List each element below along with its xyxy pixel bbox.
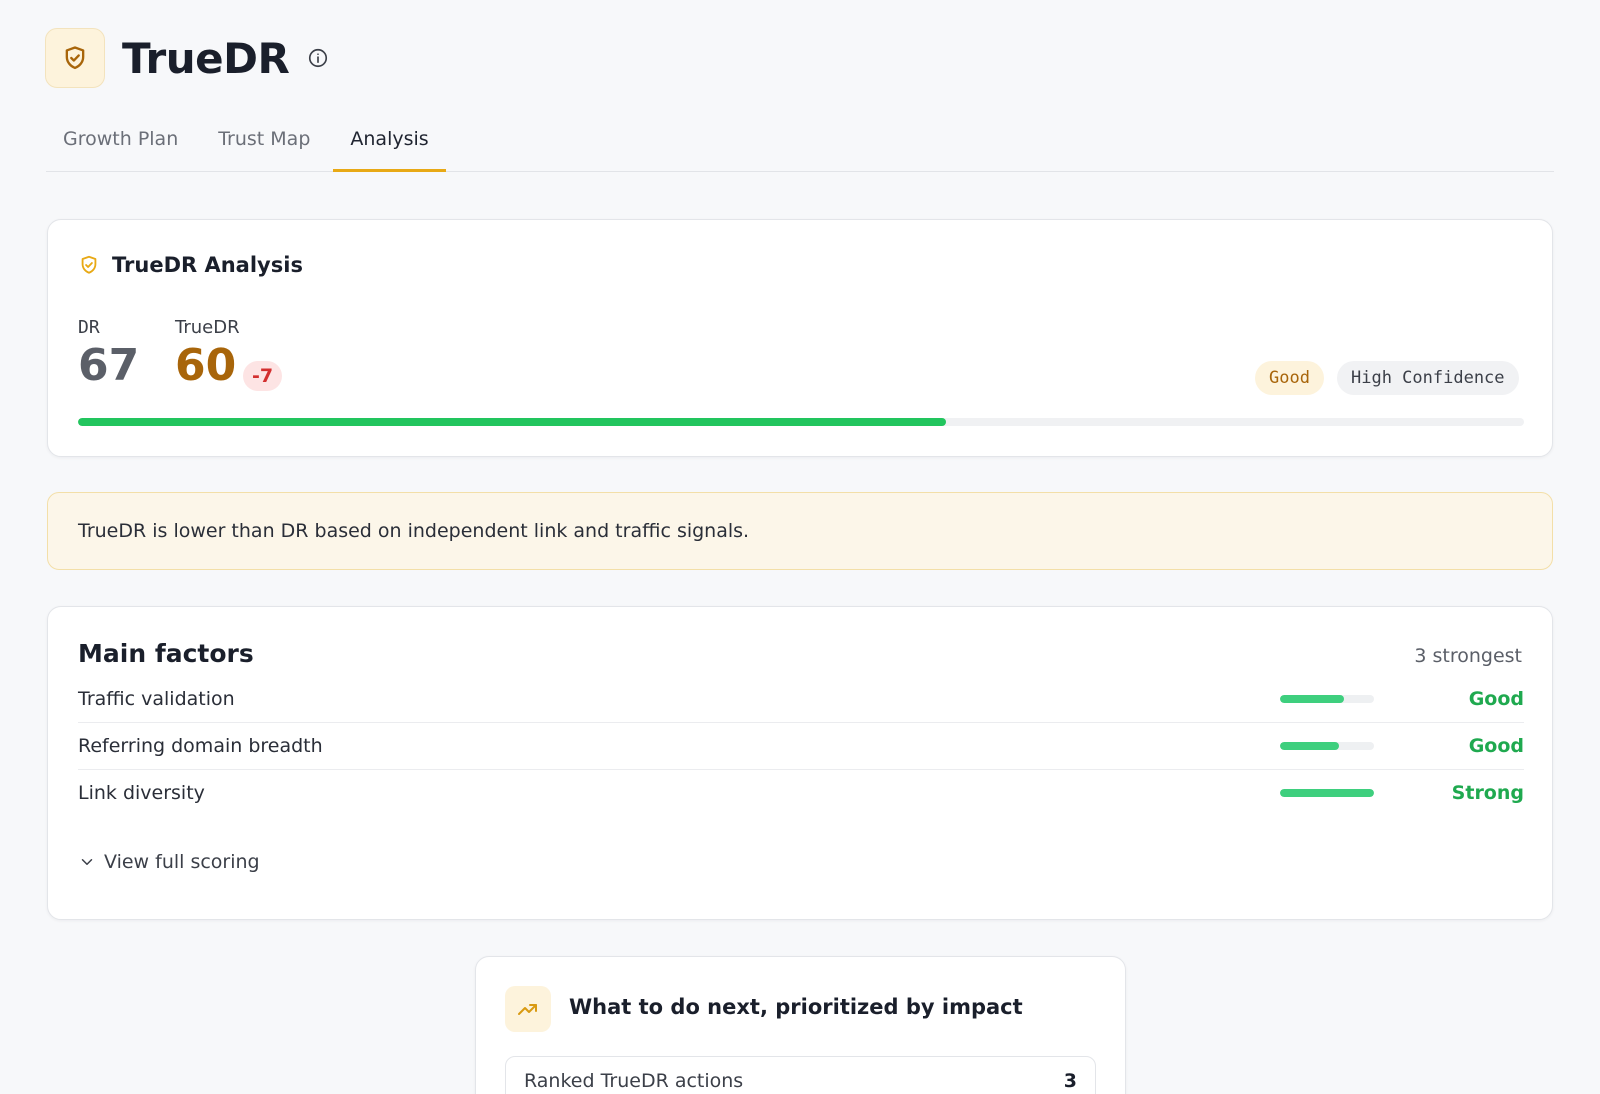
factor-status: Good <box>1468 734 1524 757</box>
next-actions-card: What to do next, prioritized by impact R… <box>475 956 1126 1094</box>
tab-bar: Growth Plan Trust Map Analysis <box>46 122 1554 172</box>
truedr-analysis-card: TrueDR Analysis DR 67 TrueDR 60 -7 Good … <box>47 219 1553 457</box>
rating-badge: Good <box>1255 361 1324 395</box>
confidence-badge: High Confidence <box>1337 361 1519 395</box>
app-header: TrueDR <box>45 28 329 88</box>
logo <box>45 28 105 88</box>
analysis-title: TrueDR Analysis <box>112 253 303 277</box>
factor-bar-fill <box>1280 789 1374 797</box>
chevron-down-icon <box>81 859 93 865</box>
factor-row: Referring domain breadth Good <box>78 722 1524 770</box>
shield-check-icon <box>65 46 85 70</box>
view-full-scoring-label: View full scoring <box>104 851 260 873</box>
info-notice: TrueDR is lower than DR based on indepen… <box>47 492 1553 570</box>
ranked-actions-label: Ranked TrueDR actions <box>524 1070 744 1092</box>
dr-label: DR <box>78 317 100 338</box>
factor-status: Good <box>1468 687 1524 710</box>
factor-status: Strong <box>1451 782 1524 804</box>
next-actions-title: What to do next, prioritized by impact <box>569 995 1023 1019</box>
shield-check-icon <box>81 255 97 274</box>
notice-text: TrueDR is lower than DR based on indepen… <box>78 520 750 542</box>
factor-name: Referring domain breadth <box>78 734 323 757</box>
delta-badge: -7 <box>243 361 283 391</box>
main-factors-card: Main factors 3 strongest Traffic validat… <box>47 606 1553 920</box>
factor-row: Traffic validation Good <box>78 675 1524 723</box>
truedr-progress-bar <box>78 418 1524 426</box>
view-full-scoring-toggle[interactable]: View full scoring <box>78 851 260 873</box>
factor-bar <box>1280 789 1374 797</box>
truedr-label: TrueDR <box>175 317 240 338</box>
factor-name: Link diversity <box>78 782 205 804</box>
factor-bar <box>1280 694 1374 703</box>
factor-bar <box>1280 741 1374 750</box>
info-circle-icon[interactable] <box>307 47 329 69</box>
app-title: TrueDR <box>122 33 290 83</box>
factor-bar-fill <box>1280 741 1340 750</box>
tab-analysis[interactable]: Analysis <box>333 122 446 172</box>
ranked-actions-row[interactable]: Ranked TrueDR actions 3 <box>505 1056 1096 1094</box>
analysis-title-row: TrueDR Analysis <box>78 253 303 277</box>
factor-row: Link diversity Strong <box>78 769 1524 817</box>
factor-bar-fill <box>1280 694 1344 703</box>
trending-up-icon <box>505 986 551 1032</box>
ranked-actions-count: 3 <box>1063 1070 1077 1092</box>
tab-trust-map[interactable]: Trust Map <box>201 122 327 172</box>
factor-name: Traffic validation <box>78 687 235 710</box>
truedr-value: 60 <box>175 340 237 391</box>
factors-subtitle: 3 strongest <box>1414 645 1522 667</box>
factors-title: Main factors <box>78 639 254 668</box>
tab-growth-plan[interactable]: Growth Plan <box>46 122 195 172</box>
truedr-progress-fill <box>78 418 946 426</box>
dr-value: 67 <box>78 340 140 391</box>
